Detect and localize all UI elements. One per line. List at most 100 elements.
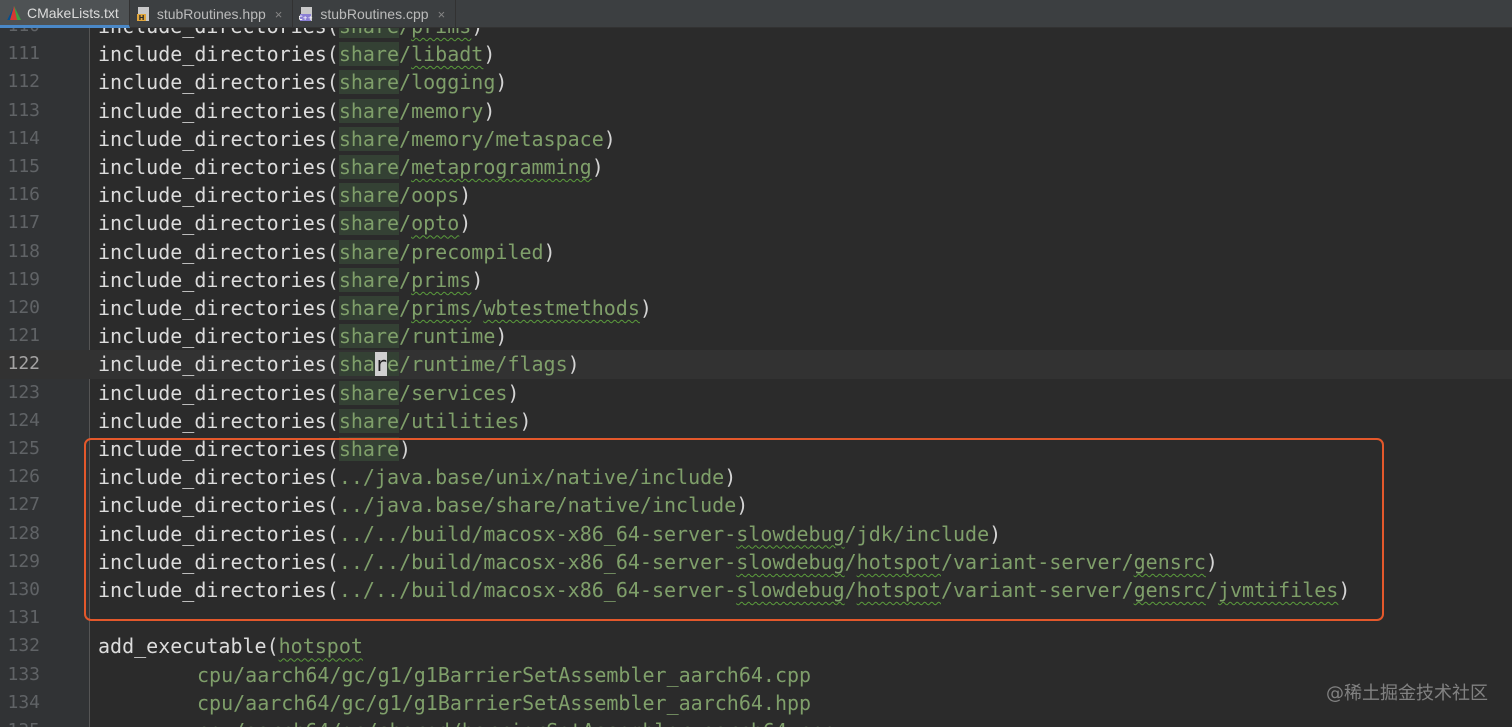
line-number: 117 — [7, 212, 40, 234]
path-segment: native — [567, 493, 640, 518]
path-segment: / — [543, 465, 556, 490]
function-name: include_directories — [98, 578, 327, 602]
path-segment: share — [338, 437, 400, 461]
close-paren: ) — [471, 28, 483, 38]
path-segment: precompiled — [411, 239, 544, 264]
close-paren: ) — [507, 380, 520, 405]
code-text: include_directories(../../build/macosx-x… — [98, 548, 1218, 576]
path-segment: / — [399, 239, 412, 264]
open-paren: ( — [326, 380, 339, 405]
path-segment: slowdebug — [736, 578, 845, 602]
function-name: include_directories — [98, 437, 327, 461]
tab-cmakelists[interactable]: CMakeLists.txt — [0, 0, 130, 28]
close-paren: ) — [724, 465, 737, 490]
path-segment: include — [651, 493, 737, 518]
path-segment: / — [399, 98, 412, 123]
path-segment: / — [399, 126, 412, 151]
code-editor[interactable]: 110include_directories(share/prims)111in… — [0, 28, 1512, 727]
function-name: include_directories — [98, 126, 327, 151]
code-line: 115 include_directories(share/metaprogram… — [0, 153, 1512, 181]
source-path: cpu/aarch64/gc/g1/g1BarrierSetAssembler_… — [197, 662, 812, 687]
path-segment: / — [471, 296, 484, 320]
path-segment: / — [362, 493, 375, 518]
path-segment: runtime — [411, 352, 496, 377]
path-segment: share — [338, 70, 400, 95]
code-line: 119 include_directories(share/prims) — [0, 266, 1512, 294]
open-paren: ( — [326, 465, 339, 490]
path-segment: memory — [411, 98, 484, 123]
open-paren: ( — [326, 267, 339, 292]
code-text: include_directories(share/services) — [98, 379, 519, 407]
code-text: include_directories(share/utilities) — [98, 407, 532, 435]
svg-text:H: H — [138, 14, 144, 22]
path-segment: / — [362, 578, 375, 602]
text-caret: r — [374, 352, 387, 377]
code-text: include_directories(share/memory/metaspa… — [98, 125, 616, 153]
path-segment: / — [399, 267, 412, 292]
close-icon[interactable]: × — [275, 8, 283, 21]
path-segment: macosx-x86_64-server- — [483, 521, 737, 546]
open-paren: ( — [326, 352, 339, 377]
path-segment: / — [399, 211, 412, 236]
open-paren: ( — [326, 155, 339, 179]
path-segment: .. — [338, 578, 363, 602]
close-paren: ) — [519, 408, 532, 433]
path-segment: variant-server — [953, 549, 1122, 574]
code-line: 127 include_directories(../java.base/shar… — [0, 491, 1512, 519]
close-paren: ) — [989, 521, 1002, 546]
code-line: 134 cpu/aarch64/gc/g1/g1BarrierSetAssembl… — [0, 689, 1512, 717]
code-line: 132 add_executable(hotspot — [0, 632, 1512, 660]
path-segment: jdk — [856, 521, 893, 546]
path-segment: memory — [411, 126, 484, 151]
path-segment: flags — [507, 352, 568, 377]
path-segment: / — [471, 578, 484, 602]
tab-label: stubRoutines.hpp — [156, 6, 266, 22]
line-number: 122 — [7, 353, 40, 375]
line-number: 112 — [7, 71, 40, 93]
open-paren: ( — [326, 521, 339, 546]
path-segment: oops — [411, 183, 460, 208]
open-paren: ( — [326, 549, 339, 574]
close-paren: ) — [543, 239, 556, 264]
code-text: include_directories(share/prims) — [98, 28, 483, 40]
close-paren: ) — [495, 324, 508, 349]
path-segment: build — [411, 521, 472, 546]
function-name: include_directories — [98, 408, 327, 433]
code-line: 130 include_directories(../../build/macos… — [0, 576, 1512, 604]
path-segment: / — [362, 521, 375, 546]
path-segment: gensrc — [1133, 578, 1206, 602]
path-segment: share — [338, 98, 400, 123]
code-text: include_directories(share/prims/wbtestme… — [98, 294, 652, 322]
line-number: 118 — [7, 240, 40, 262]
code-line: 121 include_directories(share/runtime) — [0, 322, 1512, 350]
path-segment: native — [555, 465, 628, 490]
close-paren: ) — [567, 352, 580, 377]
open-paren: ( — [326, 98, 339, 123]
code-line: 123 include_directories(share/services) — [0, 379, 1512, 407]
path-segment: hotspot — [856, 549, 941, 574]
code-line: 129 include_directories(../../build/macos… — [0, 548, 1512, 576]
function-name: include_directories — [98, 98, 327, 123]
path-segment: macosx-x86_64-server- — [483, 578, 737, 602]
close-icon[interactable]: × — [438, 8, 446, 21]
path-segment: / — [1205, 578, 1218, 602]
path-segment: / — [399, 578, 412, 602]
function-name: include_directories — [98, 324, 327, 349]
code-text: include_directories(../java.base/share/n… — [98, 491, 748, 519]
tab-stubroutines-cpp[interactable]: C++ stubRoutines.cpp × — [293, 0, 457, 28]
open-paren: ( — [326, 296, 339, 320]
tab-stubroutines-hpp[interactable]: H stubRoutines.hpp × — [130, 0, 294, 28]
argument: hotspot — [278, 634, 363, 659]
code-text: include_directories(share/oops) — [98, 181, 471, 209]
code-line: 112 include_directories(share/logging) — [0, 68, 1512, 96]
function-name: include_directories — [98, 352, 327, 377]
path-segment: share — [338, 296, 400, 320]
path-segment: share — [495, 493, 556, 518]
function-name: include_directories — [98, 183, 327, 208]
path-segment: build — [411, 578, 472, 602]
path-segment: .. — [338, 549, 363, 574]
code-text: include_directories(share/prims) — [98, 266, 483, 294]
function-name: include_directories — [98, 296, 327, 320]
line-number: 129 — [7, 550, 40, 572]
svg-text:C++: C++ — [299, 15, 313, 22]
